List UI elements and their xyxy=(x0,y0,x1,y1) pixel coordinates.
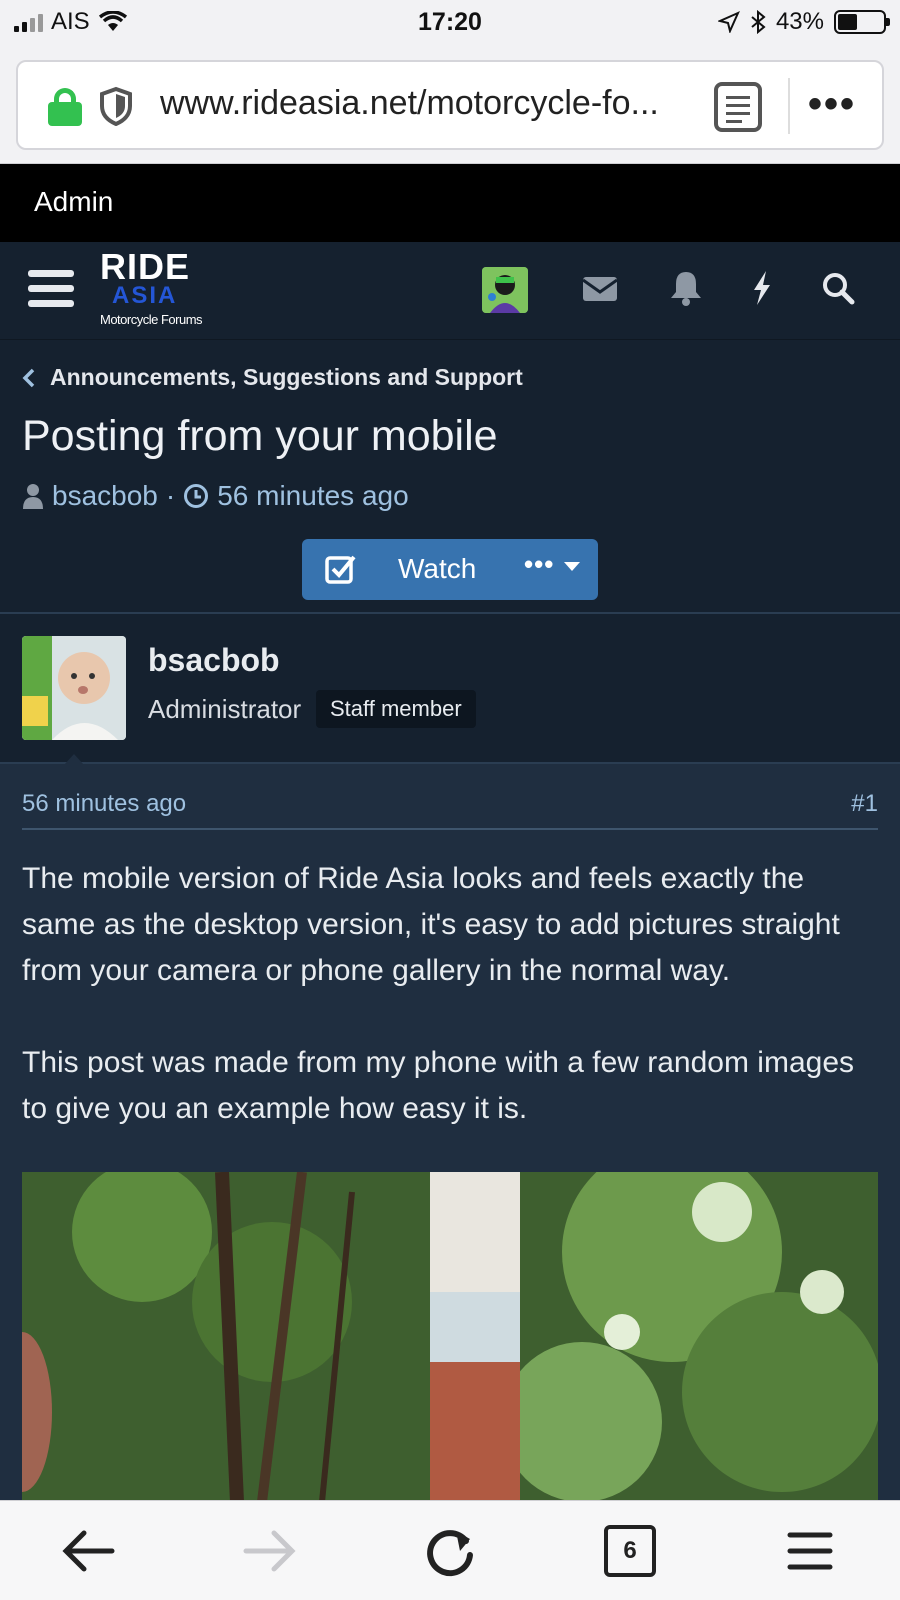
post-time[interactable]: 56 minutes ago xyxy=(22,790,186,818)
back-arrow-icon[interactable] xyxy=(60,1521,120,1581)
shield-icon[interactable] xyxy=(98,86,134,126)
bolt-icon[interactable] xyxy=(742,268,782,308)
thread-time[interactable]: 56 minutes ago xyxy=(217,480,408,512)
lock-icon[interactable] xyxy=(48,88,82,126)
thread-author[interactable]: bsacbob xyxy=(52,480,158,512)
location-arrow-icon xyxy=(717,11,740,33)
check-square-icon xyxy=(325,555,356,584)
thread-header: Announcements, Suggestions and Support P… xyxy=(0,340,900,614)
search-icon[interactable] xyxy=(818,268,858,308)
logo-asia: ASIA xyxy=(112,282,178,309)
watch-label[interactable]: Watch xyxy=(398,553,476,585)
menu-icon[interactable] xyxy=(780,1521,840,1581)
status-right: 43% xyxy=(717,8,890,36)
reload-icon[interactable] xyxy=(420,1521,480,1581)
staff-badge: Staff member xyxy=(316,690,476,728)
caret-down-icon xyxy=(563,562,580,572)
battery-percent: 43% xyxy=(775,8,824,35)
page-title: Posting from your mobile xyxy=(22,412,498,460)
post-user-block: bsacbob Administrator Staff member xyxy=(0,614,900,776)
browser-toolbar: www.rideasia.net/motorcycle-fo... ••• xyxy=(0,46,900,164)
post-permalink[interactable]: #1 xyxy=(851,790,878,818)
meta-separator: · xyxy=(165,480,176,511)
menu-icon[interactable] xyxy=(28,270,74,308)
battery-level xyxy=(838,14,857,30)
post-username[interactable]: bsacbob xyxy=(148,642,280,679)
forward-arrow-icon xyxy=(243,1530,296,1572)
browser-bottom-toolbar: 6 xyxy=(0,1500,900,1600)
site-header: RIDE ASIA Motorcycle Forums xyxy=(0,242,900,340)
page-actions-button[interactable]: ••• xyxy=(808,78,872,130)
post-body: 56 minutes ago #1 The mobile version of … xyxy=(0,764,900,1502)
url-divider xyxy=(788,78,790,134)
clock-icon xyxy=(184,484,209,508)
more-dots-label: ••• xyxy=(524,549,555,579)
status-bar: AIS 17:20 43% xyxy=(0,0,900,46)
admin-link[interactable]: Admin xyxy=(34,186,113,218)
url-text[interactable]: www.rideasia.net/motorcycle-fo... xyxy=(160,84,720,123)
reader-view-icon[interactable] xyxy=(714,82,762,132)
address-bar[interactable]: www.rideasia.net/motorcycle-fo... ••• xyxy=(16,60,884,150)
user-icon xyxy=(23,484,43,509)
watch-button[interactable]: Watch ••• xyxy=(302,539,598,600)
user-role: Administrator xyxy=(148,694,302,724)
envelope-icon[interactable] xyxy=(580,268,620,308)
post-paragraph: This post was made from my phone with a … xyxy=(22,1046,855,1125)
bluetooth-icon xyxy=(751,10,766,34)
post-image[interactable] xyxy=(22,1172,878,1502)
breadcrumb-label[interactable]: Announcements, Suggestions and Support xyxy=(50,364,523,391)
post-divider xyxy=(22,828,878,830)
site-logo[interactable]: RIDE ASIA Motorcycle Forums xyxy=(98,246,218,332)
post-content: The mobile version of Ride Asia looks an… xyxy=(22,856,882,1132)
bell-icon[interactable] xyxy=(666,268,706,308)
more-options-button[interactable]: ••• xyxy=(524,549,581,580)
post-paragraph: The mobile version of Ride Asia looks an… xyxy=(22,862,840,987)
chevron-left-icon xyxy=(22,368,35,387)
battery-icon xyxy=(834,10,890,34)
admin-bar: Admin xyxy=(0,164,900,242)
post-avatar[interactable] xyxy=(22,636,126,740)
thread-meta: bsacbob · 56 minutes ago xyxy=(22,480,409,512)
breadcrumb[interactable]: Announcements, Suggestions and Support xyxy=(22,364,523,391)
logo-subtitle: Motorcycle Forums xyxy=(100,312,203,327)
user-avatar[interactable] xyxy=(482,267,528,313)
tabs-button[interactable]: 6 xyxy=(604,1525,656,1577)
